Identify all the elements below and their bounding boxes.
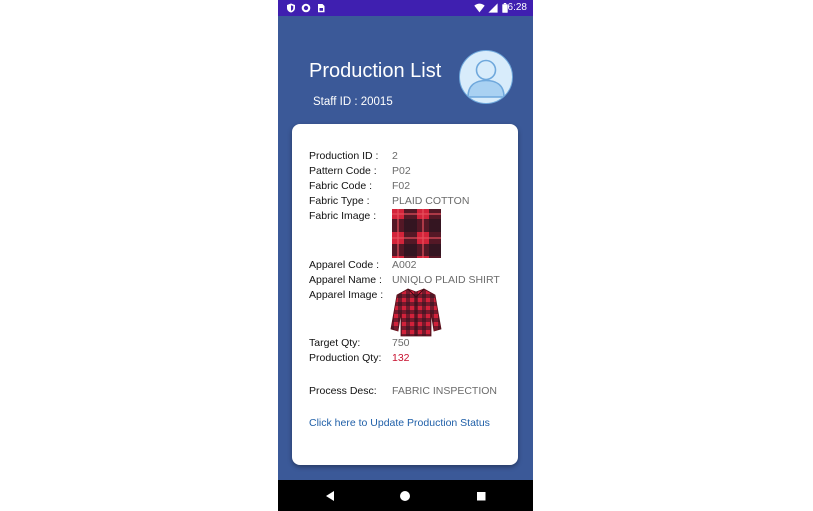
fabric-code-value: F02 [392, 180, 411, 192]
status-bar: 6:28 [278, 0, 533, 16]
home-icon[interactable] [398, 489, 412, 503]
production-qty-label: Production Qty: [309, 352, 382, 364]
recents-icon[interactable] [474, 489, 488, 503]
pattern-code-value: P02 [392, 165, 411, 177]
record-icon [301, 3, 311, 13]
target-qty-label: Target Qty: [309, 337, 361, 349]
apparel-image [390, 286, 442, 338]
target-qty-value: 750 [392, 337, 410, 349]
apparel-code-value: A002 [392, 259, 417, 271]
phone-screen: 6:28 Production List Staff ID : 20015 Pr… [278, 0, 533, 511]
user-avatar-icon[interactable] [459, 50, 513, 104]
status-time: 6:28 [507, 2, 527, 13]
page-title: Production List [309, 60, 442, 82]
fabric-code-label: Fabric Code : [309, 180, 373, 192]
production-card: Production ID : 2 Pattern Code : P02 Fab… [292, 124, 518, 465]
staff-id-value: 20015 [360, 96, 393, 108]
sim-card-icon [316, 3, 326, 13]
apparel-image-label: Apparel Image : [309, 289, 384, 301]
production-id-value: 2 [392, 150, 398, 162]
navigation-bar [278, 480, 533, 511]
shield-icon [286, 3, 296, 13]
back-icon[interactable] [323, 489, 337, 503]
fabric-type-value: PLAID COTTON [392, 195, 470, 207]
signal-icon [488, 3, 498, 13]
apparel-code-label: Apparel Code : [309, 259, 380, 271]
fabric-type-label: Fabric Type : [309, 195, 370, 207]
fabric-image [392, 209, 441, 258]
production-qty-value: 132 [392, 352, 410, 364]
production-id-label: Production ID : [309, 150, 379, 162]
update-status-link[interactable]: Click here to Update Production Status [309, 417, 490, 430]
staff-id-label: Staff ID : [313, 96, 358, 108]
wifi-icon [474, 3, 485, 13]
apparel-name-label: Apparel Name : [309, 274, 382, 286]
pattern-code-label: Pattern Code : [309, 165, 377, 177]
process-desc-value: FABRIC INSPECTION [392, 385, 498, 397]
staff-id: Staff ID : 20015 [313, 95, 393, 109]
fabric-image-label: Fabric Image : [309, 210, 377, 222]
process-desc-label: Process Desc: [309, 385, 377, 397]
